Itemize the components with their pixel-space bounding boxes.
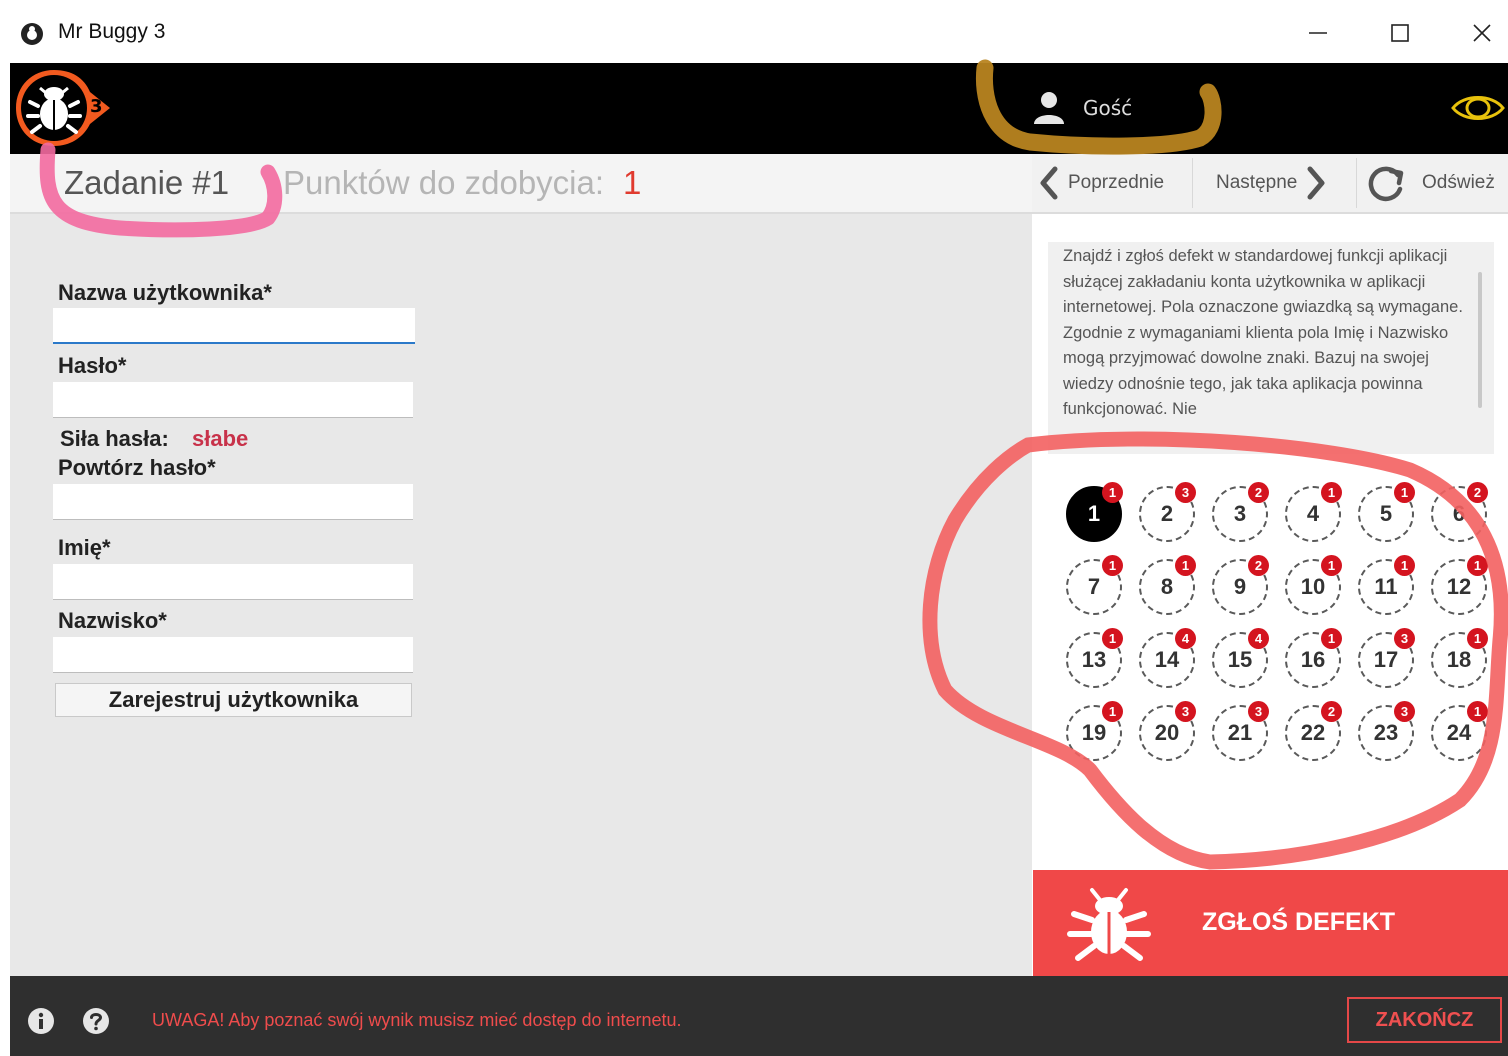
- first-name-input[interactable]: [53, 564, 413, 600]
- password-strength-value: słabe: [192, 426, 249, 451]
- level-badge-18: 1: [1467, 628, 1488, 649]
- level-badge-12: 1: [1467, 555, 1488, 576]
- repeat-password-label: Powtórz hasło*: [58, 455, 216, 480]
- chevron-left-icon: [1040, 166, 1058, 200]
- logo-badge: 3: [90, 96, 103, 117]
- level-badge-4: 1: [1321, 482, 1342, 503]
- register-user-button[interactable]: Zarejestruj użytkownika: [55, 683, 412, 717]
- report-defect-label: ZGŁOŚ DEFEKT: [1202, 908, 1396, 936]
- level-badge-7: 1: [1102, 555, 1123, 576]
- level-badge-5: 1: [1394, 482, 1415, 503]
- close-button[interactable]: [1452, 10, 1508, 56]
- password-strength-label: Siła hasła:: [60, 426, 169, 451]
- previous-task-button[interactable]: Poprzednie: [1036, 158, 1193, 208]
- eye-icon[interactable]: [1450, 92, 1506, 124]
- level-badge-14: 4: [1175, 628, 1196, 649]
- minimize-button[interactable]: [1288, 10, 1348, 56]
- previous-task-label: Poprzednie: [1068, 172, 1165, 193]
- app-header: [10, 63, 1508, 154]
- internet-warning: UWAGA! Aby poznać swój wynik musisz mieć…: [152, 1010, 682, 1030]
- level-badge-17: 3: [1394, 628, 1415, 649]
- username-label: Nazwa użytkownika*: [58, 280, 272, 305]
- level-badge-20: 3: [1175, 701, 1196, 722]
- level-badge-8: 1: [1175, 555, 1196, 576]
- level-badge-16: 1: [1321, 628, 1342, 649]
- level-badge-11: 1: [1394, 555, 1415, 576]
- bug-icon: [1064, 884, 1154, 964]
- level-badge-23: 3: [1394, 701, 1415, 722]
- level-badge-10: 1: [1321, 555, 1342, 576]
- info-icon[interactable]: [27, 1007, 55, 1035]
- refresh-button[interactable]: Odśwież: [1362, 158, 1508, 208]
- level-badge-1: 1: [1102, 482, 1123, 503]
- points-label: Punktów do zdobycia:: [283, 164, 605, 201]
- password-input[interactable]: [53, 382, 413, 418]
- repeat-password-input[interactable]: [53, 484, 413, 520]
- level-badge-13: 1: [1102, 628, 1123, 649]
- refresh-label: Odśwież: [1422, 172, 1495, 193]
- app-icon: [20, 22, 44, 46]
- maximize-icon: [1391, 24, 1409, 42]
- window-title: Mr Buggy 3: [58, 20, 166, 43]
- level-badge-19: 1: [1102, 701, 1123, 722]
- finish-button[interactable]: ZAKOŃCZ: [1347, 997, 1502, 1043]
- next-task-label: Następne: [1216, 172, 1298, 193]
- chevron-right-icon: [1307, 166, 1325, 200]
- level-badge-2: 3: [1175, 482, 1196, 503]
- minimize-icon: [1309, 32, 1327, 34]
- refresh-icon: [1368, 166, 1404, 202]
- user-icon: [1030, 88, 1068, 126]
- level-badge-9: 2: [1248, 555, 1269, 576]
- level-badge-3: 2: [1248, 482, 1269, 503]
- last-name-input[interactable]: [53, 637, 413, 673]
- close-icon: [1473, 24, 1491, 42]
- window-titlebar: [0, 0, 1508, 63]
- username-input[interactable]: [53, 308, 415, 344]
- description-scrollbar[interactable]: [1478, 272, 1482, 408]
- password-label: Hasło*: [58, 353, 127, 378]
- level-badge-6: 2: [1467, 482, 1488, 503]
- last-name-label: Nazwisko*: [58, 608, 167, 633]
- help-icon[interactable]: [82, 1007, 110, 1035]
- level-badge-22: 2: [1321, 701, 1342, 722]
- level-badge-15: 4: [1248, 628, 1269, 649]
- points-value: 1: [623, 164, 642, 201]
- first-name-label: Imię*: [58, 535, 111, 560]
- user-name[interactable]: Gość: [1083, 96, 1132, 120]
- task-description: Znajdź i zgłoś defekt w standardowej fun…: [1063, 247, 1463, 418]
- task-title: Zadanie #1: [64, 164, 230, 201]
- level-badge-24: 1: [1467, 701, 1488, 722]
- maximize-button[interactable]: [1370, 10, 1430, 56]
- next-task-button[interactable]: Następne: [1196, 158, 1357, 208]
- level-badge-21: 3: [1248, 701, 1269, 722]
